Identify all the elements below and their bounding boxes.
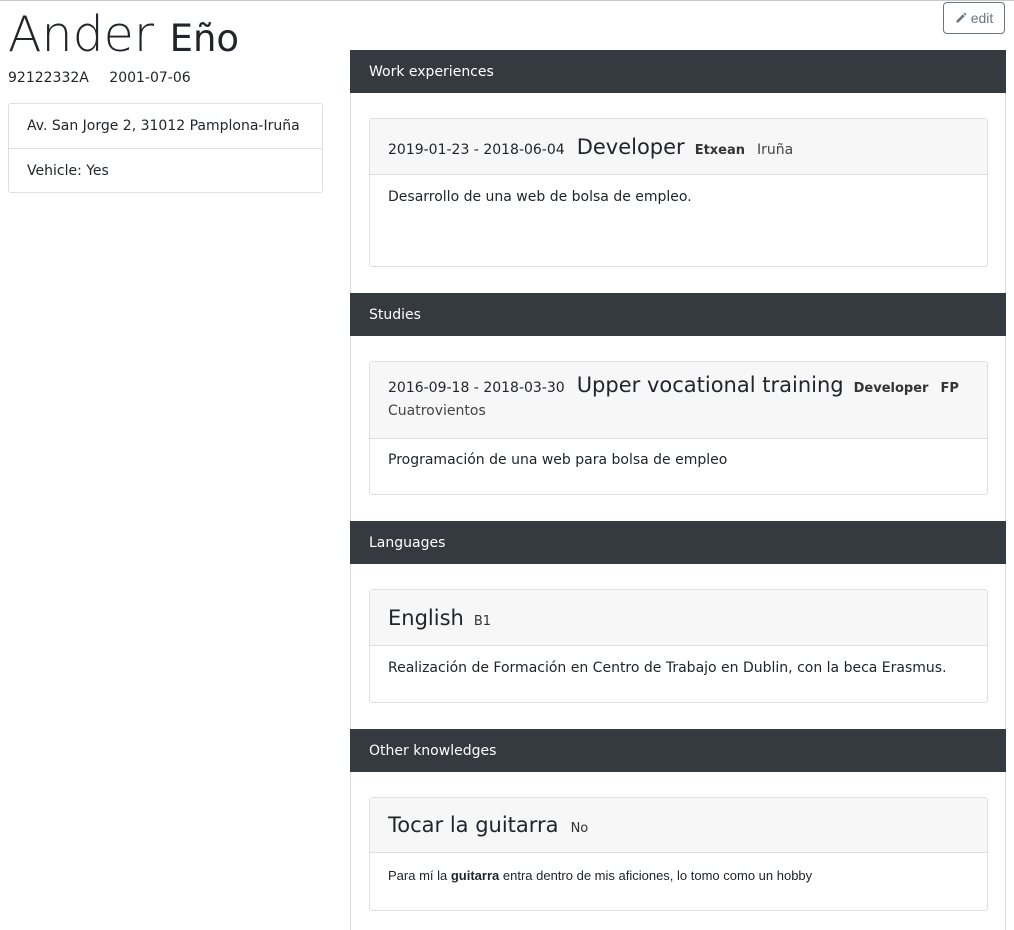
edit-button[interactable]: edit (943, 2, 1005, 34)
language-level: B1 (473, 613, 492, 629)
knowledge-description-pre: Para mí la (388, 868, 451, 883)
cv-panel: Work experiences 2019-01-23 - 2018-06-04… (350, 50, 1006, 930)
address-item: Av. San Jorge 2, 31012 Pamplona-Iruña (27, 118, 300, 134)
studies-section-header: Studies (350, 293, 1006, 336)
work-title: Developer (576, 134, 685, 159)
studies-card: 2016-09-18 - 2018-03-30 Upper vocational… (369, 361, 988, 495)
work-dates: 2019-01-23 - 2018-06-04 (388, 141, 565, 158)
studies-card-header: 2016-09-18 - 2018-03-30 Upper vocational… (370, 362, 987, 439)
knowledge-description-bold: guitarra (450, 868, 500, 883)
other-section-header: Other knowledges (350, 729, 1006, 772)
language-card-header: English B1 (370, 590, 987, 646)
studies-title: Upper vocational training (576, 373, 844, 397)
knowledge-card-header: Tocar la guitarra No (370, 798, 987, 853)
first-name: Ander (8, 6, 154, 63)
languages-section-header: Languages (350, 521, 1006, 564)
knowledge-name: Tocar la guitarra (388, 813, 559, 837)
work-section-header: Work experiences (350, 50, 1006, 93)
knowledge-card-body: Para mí la guitarra entra dentro de mis … (370, 853, 987, 883)
language-description: Realización de Formación en Centro de Tr… (388, 660, 947, 676)
studies-field: Developer (853, 381, 929, 396)
work-card-header: 2019-01-23 - 2018-06-04 Developer Etxean… (370, 119, 987, 175)
studies-card-body: Programación de una web para bolsa de em… (370, 439, 987, 468)
studies-center: Cuatrovientos (388, 403, 486, 419)
vehicle-item: Vehicle: Yes (9, 148, 322, 192)
pencil-icon (956, 12, 966, 23)
dni: 92122332A (8, 70, 89, 86)
language-name: English (388, 605, 464, 630)
last-name: Eño (169, 17, 240, 60)
work-card: 2019-01-23 - 2018-06-04 Developer Etxean… (369, 118, 988, 267)
studies-type: FP (940, 381, 959, 396)
knowledge-card: Tocar la guitarra No Para mí la guitarra… (369, 797, 988, 911)
work-location: Iruña (757, 141, 794, 158)
birthdate: 2001-07-06 (109, 70, 191, 86)
profile-info-list: Av. San Jorge 2, 31012 Pamplona-Iruña Ve… (8, 103, 323, 193)
profile-meta: 92122332A 2001-07-06 (8, 70, 191, 86)
edit-label: edit (970, 10, 994, 26)
work-description: Desarrollo de una web de bolsa de empleo… (388, 189, 692, 205)
language-card-body: Realización de Formación en Centro de Tr… (370, 646, 987, 676)
studies-description: Programación de una web para bolsa de em… (388, 452, 728, 468)
knowledge-description-post: entra dentro de mis aficiones, lo tomo c… (499, 868, 813, 883)
studies-dates: 2016-09-18 - 2018-03-30 (388, 380, 565, 396)
work-company: Etxean (694, 142, 746, 158)
language-card: English B1 Realización de Formación en C… (369, 589, 988, 703)
knowledge-certified: No (570, 821, 589, 836)
work-card-body: Desarrollo de una web de bolsa de empleo… (370, 175, 987, 205)
profile-name: Ander Eño (8, 5, 239, 69)
